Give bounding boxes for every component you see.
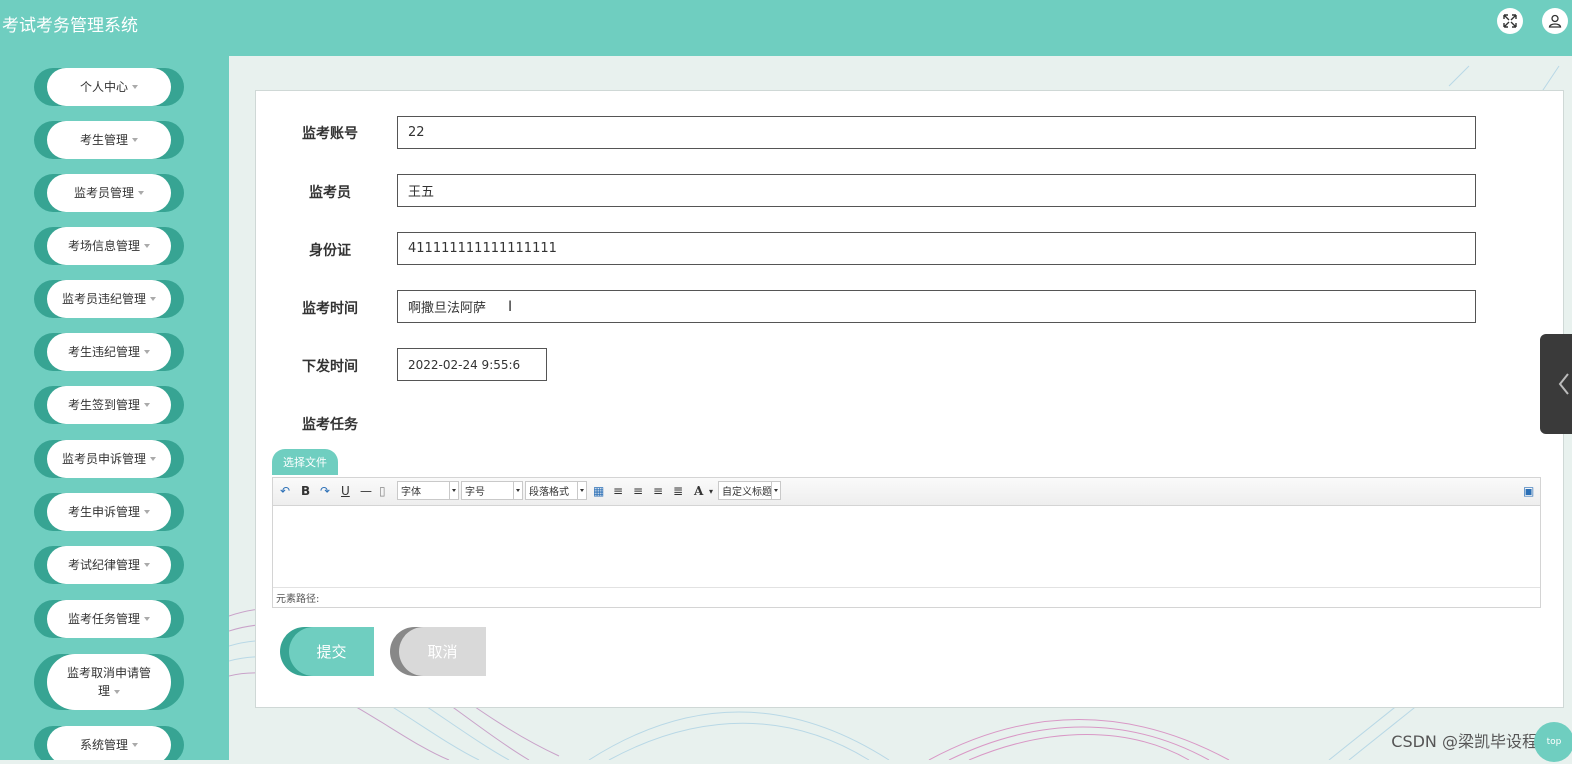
chevron-left-icon <box>1558 373 1569 395</box>
proctor-time-value: 啊撒旦法阿萨 <box>408 301 487 316</box>
chevron-down-icon <box>449 482 458 499</box>
user-icon <box>1548 14 1562 28</box>
sidebar-item-label: 考场信息管理 <box>67 239 140 253</box>
rich-text-editor: ↶ B ↷ U — ▯ 字体 字号 段落格式 ▦ ≡ ≡ ≡ ≣ A ▾ 自定义… <box>272 477 1541 608</box>
submit-button[interactable]: 提交 <box>280 627 374 676</box>
chevron-down-icon[interactable]: ▾ <box>709 483 713 499</box>
font-size-value: 字号 <box>465 487 485 498</box>
sidebar-item-label: 考生申诉管理 <box>67 505 140 519</box>
chevron-down-icon <box>513 482 522 499</box>
sidebar-item-system[interactable]: 系统管理 <box>34 726 184 760</box>
editor-toolbar: ↶ B ↷ U — ▯ 字体 字号 段落格式 ▦ ≡ ≡ ≡ ≣ A ▾ 自定义… <box>273 478 1540 506</box>
sidebar-item-students[interactable]: 考生管理 <box>34 121 184 159</box>
sidebar-item-label: 考试纪律管理 <box>67 558 140 572</box>
sidebar-item-label-cont: 理 <box>97 684 110 698</box>
proctor-time-input[interactable]: 啊撒旦法阿萨 I <box>397 290 1476 323</box>
redo-icon[interactable]: ↷ <box>320 483 330 499</box>
sidebar-item-student-violations[interactable]: 考生违纪管理 <box>34 333 184 371</box>
sidebar-item-student-appeals[interactable]: 考生申诉管理 <box>34 493 184 531</box>
paragraph-format-select[interactable]: 段落格式 <box>525 481 587 500</box>
user-button[interactable] <box>1542 8 1568 34</box>
sidebar-item-label: 考生签到管理 <box>67 398 140 412</box>
sidebar-item-student-checkin[interactable]: 考生签到管理 <box>34 386 184 424</box>
element-path: 元素路径: <box>273 587 1540 607</box>
align-right-icon[interactable]: ≡ <box>633 483 643 499</box>
paragraph-format-value: 段落格式 <box>529 487 569 498</box>
font-color-icon[interactable]: A <box>694 483 703 499</box>
sidebar-item-label: 个人中心 <box>79 80 128 94</box>
font-size-select[interactable]: 字号 <box>461 481 523 500</box>
account-input[interactable]: 22 <box>397 116 1476 149</box>
chevron-down-icon <box>144 617 150 621</box>
id-card-label: 身份证 <box>309 243 351 259</box>
sidebar-item-label: 监考员违纪管理 <box>61 292 146 306</box>
font-family-select[interactable]: 字体 <box>397 481 459 500</box>
text-cursor-icon: I <box>508 298 513 315</box>
font-family-value: 字体 <box>401 487 421 498</box>
sidebar-item-label: 监考员管理 <box>73 186 134 200</box>
chevron-down-icon <box>132 85 138 89</box>
top-header: 考试考务管理系统 <box>0 0 1572 56</box>
choose-file-button[interactable]: 选择文件 <box>272 449 338 475</box>
sidebar-item-exam-discipline[interactable]: 考试纪律管理 <box>34 546 184 584</box>
proctor-task-label: 监考任务 <box>302 417 358 433</box>
align-justify-icon[interactable]: ≣ <box>673 483 683 499</box>
sidebar: 个人中心 考生管理 监考员管理 考场信息管理 监考员违纪管理 考生违纪管理 考生… <box>0 56 229 760</box>
bold-icon[interactable]: B <box>301 483 310 499</box>
chevron-down-icon <box>771 482 780 499</box>
cancel-button[interactable]: 取消 <box>390 627 486 676</box>
chevron-down-icon <box>144 510 150 514</box>
chevron-down-icon <box>144 244 150 248</box>
sidebar-item-proctor-tasks[interactable]: 监考任务管理 <box>34 600 184 638</box>
sidebar-item-label: 考生管理 <box>79 133 128 147</box>
chevron-down-icon <box>144 350 150 354</box>
cancel-button-label: 取消 <box>399 627 486 676</box>
proctor-label: 监考员 <box>309 185 351 201</box>
horizontal-rule-icon[interactable]: — <box>360 483 372 499</box>
sidebar-item-label: 监考任务管理 <box>67 612 140 626</box>
fullscreen-editor-icon[interactable]: ▣ <box>1523 483 1534 499</box>
paste-plain-icon[interactable]: ▯ <box>379 483 386 499</box>
back-to-top-button[interactable]: top <box>1534 722 1572 762</box>
sidebar-item-label: 系统管理 <box>79 738 128 752</box>
chevron-down-icon <box>150 457 156 461</box>
issue-time-input[interactable]: 2022-02-24 9:55:6 <box>397 348 547 381</box>
chevron-down-icon <box>150 297 156 301</box>
undo-icon[interactable]: ↶ <box>280 483 290 499</box>
account-label: 监考账号 <box>302 126 358 142</box>
chevron-down-icon <box>577 482 586 499</box>
editor-content-area[interactable] <box>273 506 1540 588</box>
app-title: 考试考务管理系统 <box>2 16 138 36</box>
chevron-down-icon <box>144 563 150 567</box>
submit-button-label: 提交 <box>289 627 374 676</box>
sidebar-item-proctors[interactable]: 监考员管理 <box>34 174 184 212</box>
proctor-time-label: 监考时间 <box>302 301 358 317</box>
chevron-down-icon <box>132 138 138 142</box>
fullscreen-icon <box>1503 14 1517 28</box>
proctor-input[interactable]: 王五 <box>397 174 1476 207</box>
sidebar-item-cancel-requests[interactable]: 监考取消申请管 理 <box>34 654 184 710</box>
chevron-down-icon <box>114 689 120 694</box>
chevron-down-icon <box>138 191 144 195</box>
watermark: CSDN @梁凯毕设程序 <box>1391 732 1554 751</box>
sidebar-item-label: 监考取消申请管 <box>66 666 151 680</box>
underline-icon[interactable]: U <box>341 483 350 499</box>
sidebar-item-label: 监考员申诉管理 <box>61 452 146 466</box>
sidebar-item-proctor-violations[interactable]: 监考员违纪管理 <box>34 280 184 318</box>
align-center-icon[interactable]: ≡ <box>653 483 663 499</box>
custom-title-select[interactable]: 自定义标题 <box>718 481 781 500</box>
side-panel-toggle[interactable] <box>1540 334 1572 434</box>
id-card-input[interactable]: 411111111111111111 <box>397 232 1476 265</box>
issue-time-label: 下发时间 <box>302 359 358 375</box>
chevron-down-icon <box>144 403 150 407</box>
fullscreen-button[interactable] <box>1497 8 1523 34</box>
chevron-down-icon <box>132 743 138 747</box>
sidebar-item-personal-center[interactable]: 个人中心 <box>34 68 184 106</box>
table-icon[interactable]: ▦ <box>593 483 604 499</box>
sidebar-item-label: 考生违纪管理 <box>67 345 140 359</box>
sidebar-item-exam-rooms[interactable]: 考场信息管理 <box>34 227 184 265</box>
sidebar-item-proctor-appeals[interactable]: 监考员申诉管理 <box>34 440 184 478</box>
align-left-icon[interactable]: ≡ <box>613 483 623 499</box>
custom-title-value: 自定义标题 <box>722 487 772 498</box>
